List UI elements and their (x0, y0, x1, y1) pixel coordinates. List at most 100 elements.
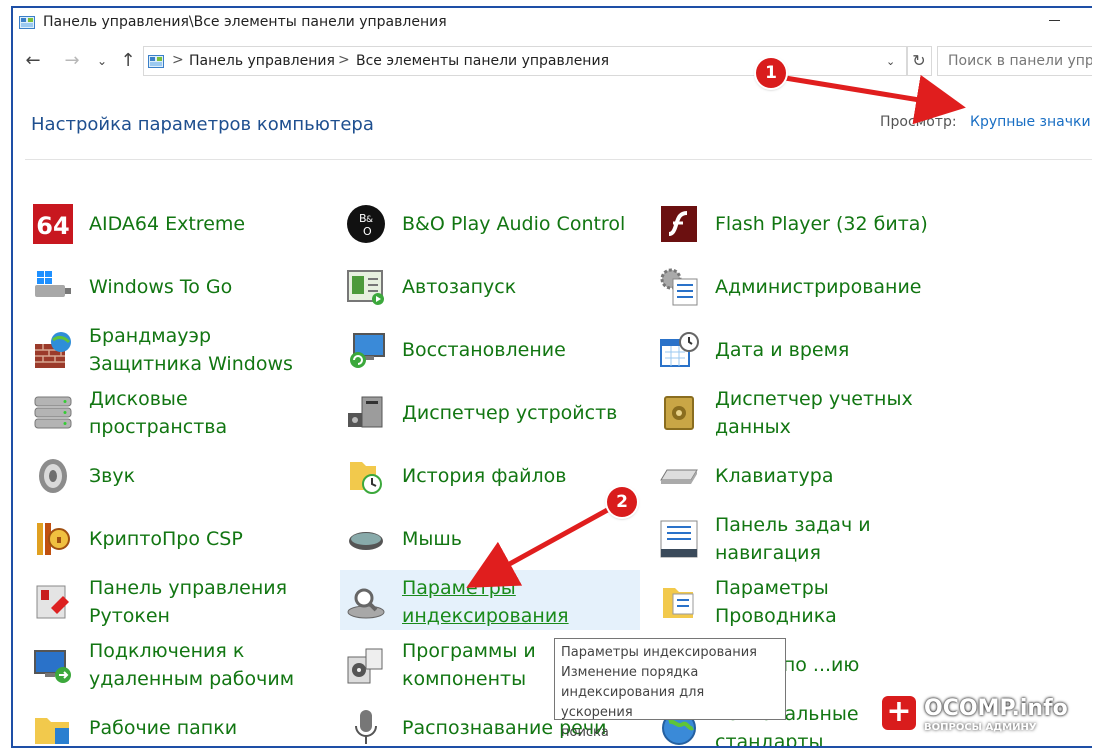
item-label: Дата и время (715, 339, 850, 361)
item-cryptopro[interactable]: КриптоПро CSP (27, 507, 327, 567)
control-panel-window: Панель управления\Все элементы панели уп… (11, 6, 1092, 748)
item-label: Рабочие папки (89, 717, 238, 739)
watermark: + OCOMP.info ВОПРОСЫ АДМИНУ (882, 694, 1082, 734)
minimize-button[interactable] (1049, 20, 1060, 21)
breadcrumb-all-items[interactable]: Все элементы панели управления (356, 53, 609, 69)
item-label: Дисковые пространства (89, 388, 228, 438)
microphone-icon (355, 710, 377, 744)
item-device-manager[interactable]: Диспетчер устройств (340, 381, 640, 441)
breadcrumb-separator: > (338, 52, 350, 68)
item-label: Панель управления Рутокен (89, 577, 288, 627)
view-mode-dropdown[interactable]: Крупные значки ▾ (970, 114, 1092, 130)
file-history-icon (350, 462, 382, 494)
firewall-icon (35, 332, 71, 368)
recent-locations-button[interactable]: ⌄ (90, 54, 114, 68)
tooltip-line: Изменение порядка (561, 665, 699, 680)
item-label: КриптоПро CSP (89, 528, 243, 550)
item-label: Автозапуск (402, 276, 517, 298)
back-button[interactable]: ← (21, 50, 45, 71)
cryptopro-icon (37, 523, 70, 555)
tooltip-line: индексирования для ускорения (561, 685, 705, 720)
programs-icon (347, 648, 383, 684)
mouse-icon (349, 532, 383, 550)
view-label: Просмотр: (880, 114, 957, 130)
control-panel-icon (19, 16, 35, 29)
item-label: Восстановление (402, 339, 566, 361)
svg-text:64: 64 (36, 212, 69, 240)
breadcrumb-control-panel[interactable]: Панель управления (189, 53, 335, 69)
work-folders-icon (35, 718, 69, 744)
item-label: Мышь (402, 528, 462, 550)
indexing-icon (347, 588, 385, 619)
divider (25, 159, 1092, 160)
usb-drive-icon (35, 271, 71, 297)
refresh-button[interactable]: ↻ (906, 46, 932, 76)
chevron-down-icon[interactable]: ⌄ (886, 55, 895, 68)
item-credential-manager[interactable]: Диспетчер учетных данных (653, 381, 953, 441)
item-label: Подключения к удаленным рабочим (89, 640, 295, 690)
item-sound[interactable]: Звук (27, 444, 327, 504)
annotation-badge-2: 2 (607, 487, 637, 517)
up-button[interactable]: ↑ (116, 50, 140, 71)
administration-icon (660, 268, 698, 306)
item-label: AIDA64 Extreme (89, 213, 246, 235)
item-date-time[interactable]: Дата и время (653, 318, 953, 378)
item-label: Брандмауэр Защитника Windows (89, 325, 293, 375)
item-label: Диспетчер устройств (402, 402, 618, 424)
item-firewall[interactable]: Брандмауэр Защитника Windows (27, 318, 327, 378)
tooltip: Параметры индексирования Изменение поряд… (554, 638, 786, 740)
item-autoplay[interactable]: Автозапуск (340, 255, 640, 315)
tooltip-line: поиска (561, 725, 609, 740)
item-storage-spaces[interactable]: Дисковые пространства (27, 381, 327, 441)
item-file-history[interactable]: История файлов (340, 444, 640, 504)
credential-vault-icon (664, 396, 694, 430)
recovery-icon (350, 333, 385, 368)
folder-options-icon (663, 588, 694, 618)
item-bo-play[interactable]: B & O B&O Play Audio Control (340, 192, 640, 252)
keyboard-icon (660, 469, 698, 484)
svg-text:O: O (363, 225, 372, 238)
item-label: Параметры Проводника (715, 577, 837, 627)
item-label: Windows To Go (89, 276, 233, 298)
search-placeholder: Поиск в панели упра (948, 53, 1092, 69)
item-rutoken[interactable]: Панель управления Рутокен (27, 570, 327, 630)
bang-olufsen-icon: B & O (347, 205, 385, 243)
rutoken-icon (36, 585, 69, 619)
item-explorer-options[interactable]: Параметры Проводника (653, 570, 953, 630)
item-recovery[interactable]: Восстановление (340, 318, 640, 378)
tooltip-title: Параметры индексирования (561, 645, 757, 660)
flash-player-icon (661, 206, 697, 242)
item-label: Диспетчер учетных данных (715, 388, 913, 438)
title-bar: Панель управления\Все элементы панели уп… (13, 8, 1092, 38)
forward-button[interactable]: → (60, 50, 84, 71)
aida64-icon: 64 (33, 204, 73, 244)
item-keyboard[interactable]: Клавиатура (653, 444, 953, 504)
item-label: Звук (89, 465, 136, 487)
item-label: Панель задач и навигация (715, 514, 871, 564)
navigation-bar: ← → ⌄ ↑ > Панель управления > Все элемен… (13, 46, 1092, 80)
item-taskbar[interactable]: Панель задач и навигация (653, 507, 953, 567)
breadcrumb-separator: > (172, 52, 184, 68)
plus-icon: + (882, 696, 916, 730)
item-flash-player[interactable]: Flash Player (32 бита) (653, 192, 953, 252)
watermark-brand: OCOMP.info (924, 696, 1068, 721)
item-mouse[interactable]: Мышь (340, 507, 640, 567)
item-administration[interactable]: Администрирование (653, 255, 953, 315)
item-label: Администрирование (715, 276, 922, 298)
calendar-clock-icon (660, 332, 699, 367)
item-work-folders[interactable]: Рабочие папки (27, 696, 327, 746)
item-label: B&O Play Audio Control (402, 213, 626, 235)
item-label: Flash Player (32 бита) (715, 213, 928, 235)
remote-desktop-icon (34, 650, 71, 683)
device-manager-icon (348, 396, 383, 428)
address-bar[interactable]: > Панель управления > Все элементы панел… (143, 46, 908, 76)
item-aida64[interactable]: 64 AIDA64 Extreme (27, 192, 327, 252)
item-windows-to-go[interactable]: Windows To Go (27, 255, 327, 315)
item-remote-desktop[interactable]: Подключения к удаленным рабочим (27, 633, 327, 693)
item-indexing-options[interactable]: Параметры индексирования (340, 570, 640, 630)
control-panel-icon (148, 55, 164, 68)
watermark-tagline: ВОПРОСЫ АДМИНУ (924, 722, 1037, 733)
search-input[interactable]: Поиск в панели упра (937, 46, 1092, 76)
arrow-to-view-mode (772, 73, 966, 125)
svg-text:&: & (366, 215, 373, 225)
